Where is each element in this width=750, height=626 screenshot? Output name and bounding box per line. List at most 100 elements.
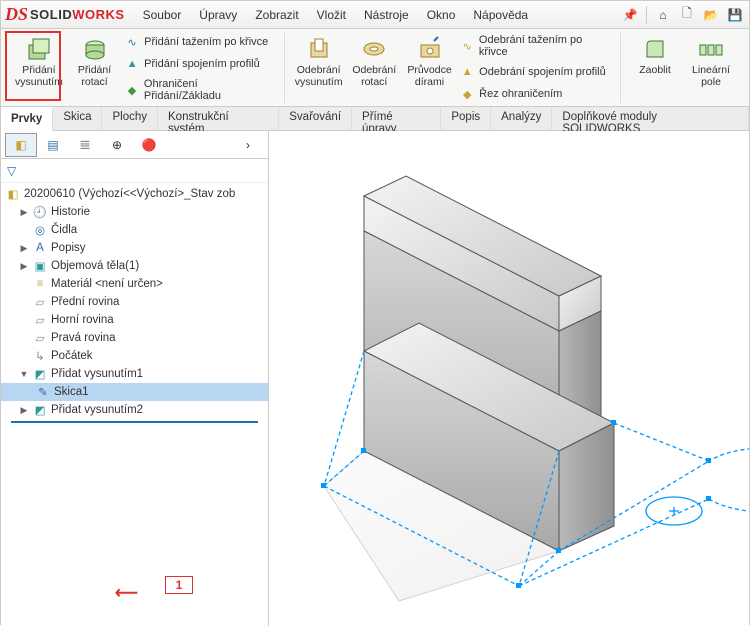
tree-tab-property-manager[interactable]: ▤ bbox=[37, 133, 69, 157]
tree-tab-appearances[interactable]: 🔴 bbox=[133, 133, 165, 157]
tree-extrude1-label: Přidat vysunutím1 bbox=[51, 368, 143, 380]
cut-extrude-button[interactable]: Odebrání vysunutím bbox=[291, 33, 347, 103]
cut-loft-label: Odebrání spojením profilů bbox=[479, 66, 606, 78]
tab-addins[interactable]: Doplňkové moduly SOLIDWORKS bbox=[552, 107, 749, 130]
tree-solid-bodies[interactable]: ▶ ▣ Objemová těla(1) bbox=[1, 257, 268, 275]
fillet-button[interactable]: Zaoblit bbox=[627, 33, 683, 103]
tree-annotations-label: Popisy bbox=[51, 242, 86, 254]
menu-window[interactable]: Okno bbox=[421, 4, 462, 26]
tree-history-label: Historie bbox=[51, 206, 90, 218]
extrude-icon bbox=[25, 35, 53, 63]
tab-direct-edit[interactable]: Přímé úpravy bbox=[352, 107, 441, 130]
tree-filter[interactable]: ▽ bbox=[1, 159, 268, 183]
boundary-button[interactable]: ◆ Ohraničení Přidání/Základu bbox=[122, 77, 278, 103]
tree-root[interactable]: ◧ 20200610 (Výchozí<<Výchozí>_Stav zob bbox=[1, 185, 268, 203]
tree-sketch1-label: Skica1 bbox=[54, 386, 89, 398]
open-icon[interactable]: 📂 bbox=[701, 5, 721, 25]
cut-loft-button[interactable]: ▲ Odebrání spojením profilů bbox=[457, 63, 614, 81]
expand-icon[interactable]: ▶ bbox=[19, 207, 29, 218]
target-icon: ⊕ bbox=[112, 138, 122, 152]
sensors-icon: ◎ bbox=[32, 222, 48, 238]
menu-insert[interactable]: Vložit bbox=[311, 4, 352, 26]
tree-right-plane[interactable]: ▱ Pravá rovina bbox=[1, 329, 268, 347]
menu-file[interactable]: Soubor bbox=[137, 4, 188, 26]
linear-pattern-button[interactable]: Lineární pole bbox=[683, 33, 739, 103]
tree-front-plane[interactable]: ▱ Přední rovina bbox=[1, 293, 268, 311]
tree-sensors[interactable]: ◎ Čidla bbox=[1, 221, 268, 239]
tab-features[interactable]: Prvky bbox=[1, 107, 53, 131]
menu-edit[interactable]: Úpravy bbox=[193, 4, 243, 26]
solid-icon: ▣ bbox=[32, 258, 48, 274]
save-icon[interactable]: 💾 bbox=[725, 5, 745, 25]
tab-analyze[interactable]: Analýzy bbox=[491, 107, 552, 130]
3d-viewport[interactable] bbox=[269, 131, 749, 626]
tree-right-plane-label: Pravá rovina bbox=[51, 332, 116, 344]
tab-sketch[interactable]: Skica bbox=[53, 107, 102, 130]
collapse-icon[interactable]: ▼ bbox=[19, 369, 29, 379]
tree-extrude2-label: Přidat vysunutím2 bbox=[51, 404, 143, 416]
ribbon: Přidání vysunutím Přidání rotací ∿ Přidá… bbox=[1, 29, 749, 107]
cut-extrude-label: Odebrání vysunutím bbox=[295, 65, 343, 88]
cut-sweep-label: Odebrání tažením po křivce bbox=[479, 34, 612, 58]
tree-history[interactable]: ▶ 🕘 Historie bbox=[1, 203, 268, 221]
revolve-button[interactable]: Přidání rotací bbox=[67, 33, 122, 103]
tree-top-plane-label: Horní rovina bbox=[51, 314, 114, 326]
callout-arrow-1: ⟵ bbox=[115, 583, 138, 603]
fillet-label: Zaoblit bbox=[639, 65, 671, 77]
cut-revolve-button[interactable]: Odebrání rotací bbox=[347, 33, 402, 103]
boss-small-buttons: ∿ Přidání tažením po křivce ▲ Přidání sp… bbox=[122, 33, 278, 103]
tree-sketch1[interactable]: ✎ Skica1 bbox=[1, 383, 268, 401]
tree-extrude2[interactable]: ▶ ◩ Přidat vysunutím2 bbox=[1, 401, 268, 419]
menu-tools[interactable]: Nástroje bbox=[358, 4, 415, 26]
boundary-icon: ◆ bbox=[124, 82, 140, 98]
tree-origin[interactable]: ↳ Počátek bbox=[1, 347, 268, 365]
expand-icon[interactable]: ▶ bbox=[19, 243, 29, 254]
tab-structure[interactable]: Konstrukční systém bbox=[158, 107, 279, 130]
tree-annotations[interactable]: ▶ A Popisy bbox=[1, 239, 268, 257]
rollback-bar[interactable] bbox=[11, 421, 258, 423]
menu-help[interactable]: Nápověda bbox=[467, 4, 534, 26]
tree-material[interactable]: ≡ Materiál <není určen> bbox=[1, 275, 268, 293]
ribbon-group-cut: Odebrání vysunutím Odebrání rotací Průvo… bbox=[285, 33, 621, 103]
tree-tab-configuration[interactable]: 𝌆 bbox=[69, 133, 101, 157]
tree-top-plane[interactable]: ▱ Horní rovina bbox=[1, 311, 268, 329]
callout-1: 1 bbox=[165, 576, 193, 594]
sweep-icon: ∿ bbox=[124, 34, 140, 50]
list-icon: ▤ bbox=[47, 138, 58, 152]
feature-tree: ◧ 20200610 (Výchozí<<Výchozí>_Stav zob ▶… bbox=[1, 183, 268, 626]
origin-icon: ↳ bbox=[32, 348, 48, 364]
loft-label: Přidání spojením profilů bbox=[144, 58, 260, 70]
cut-sweep-button[interactable]: ∿ Odebrání tažením po křivce bbox=[457, 33, 614, 59]
sweep-label: Přidání tažením po křivce bbox=[144, 36, 268, 48]
tree-tab-more[interactable]: › bbox=[232, 133, 264, 157]
ribbon-tabs: Prvky Skica Plochy Konstrukční systém Sv… bbox=[1, 107, 749, 131]
pin-icon[interactable]: 📌 bbox=[620, 5, 640, 25]
extrude-button[interactable]: Přidání vysunutím bbox=[11, 33, 67, 103]
funnel-icon: ▽ bbox=[7, 164, 16, 178]
tab-surfaces[interactable]: Plochy bbox=[102, 107, 158, 130]
cut-revolve-label: Odebrání rotací bbox=[351, 65, 398, 88]
linear-pattern-icon bbox=[697, 35, 725, 63]
tab-annotations[interactable]: Popis bbox=[441, 107, 491, 130]
cut-loft-icon: ▲ bbox=[459, 64, 475, 80]
expand-icon[interactable]: ▶ bbox=[19, 405, 29, 416]
tree-root-label: 20200610 (Výchozí<<Výchozí>_Stav zob bbox=[24, 188, 235, 200]
tree-tab-dimxpert[interactable]: ⊕ bbox=[101, 133, 133, 157]
tree-extrude1[interactable]: ▼ ◩ Přidat vysunutím1 bbox=[1, 365, 268, 383]
loft-button[interactable]: ▲ Přidání spojením profilů bbox=[122, 55, 278, 73]
feature-tree-panel: ◧ ▤ 𝌆 ⊕ 🔴 › ▽ ◧ 20200610 (Výchozí<<Výcho… bbox=[1, 131, 269, 626]
extrude-feature-icon: ◩ bbox=[32, 366, 48, 382]
home-icon[interactable]: ⌂ bbox=[653, 5, 673, 25]
expand-icon[interactable]: ▶ bbox=[19, 261, 29, 272]
hole-wizard-button[interactable]: Průvodce dírami bbox=[402, 33, 457, 103]
sweep-button[interactable]: ∿ Přidání tažením po křivce bbox=[122, 33, 278, 51]
cut-boundary-button[interactable]: ◆ Řez ohraničením bbox=[457, 85, 614, 103]
new-icon[interactable]: 🗋 bbox=[677, 5, 697, 25]
cut-sweep-icon: ∿ bbox=[459, 38, 475, 54]
tree-tab-feature-manager[interactable]: ◧ bbox=[5, 133, 37, 157]
chevron-right-icon: › bbox=[246, 138, 250, 152]
divider bbox=[646, 6, 647, 24]
model-render bbox=[269, 131, 749, 626]
menu-view[interactable]: Zobrazit bbox=[249, 4, 304, 26]
tab-weldments[interactable]: Svařování bbox=[279, 107, 352, 130]
